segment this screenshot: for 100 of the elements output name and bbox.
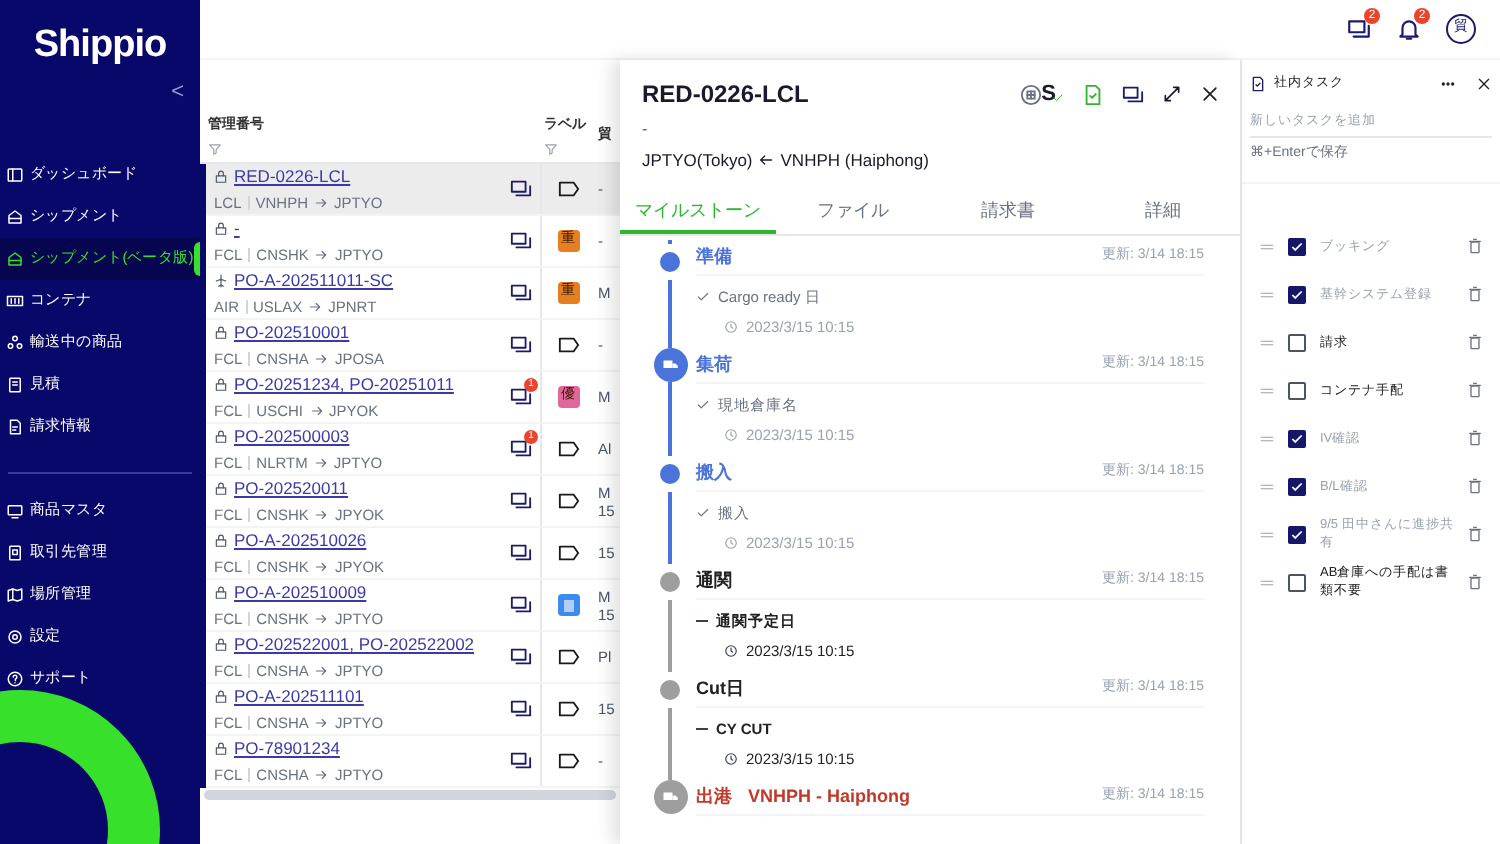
chat-icon[interactable]: [510, 230, 532, 252]
drag-handle-icon[interactable]: [1260, 385, 1274, 396]
label-badge[interactable]: [557, 594, 579, 616]
arrow-right-icon: [314, 663, 329, 678]
shipment-link[interactable]: RED-0226-LCL: [234, 164, 351, 190]
chat-icon[interactable]: [510, 542, 532, 564]
clock-icon: [724, 428, 738, 443]
task-checkbox[interactable]: [1288, 285, 1306, 304]
drag-handle-icon[interactable]: [1260, 529, 1274, 540]
task-checkbox[interactable]: [1288, 477, 1306, 496]
tab[interactable]: 詳細: [1085, 191, 1240, 234]
grid-circle-icon[interactable]: [1019, 83, 1042, 105]
trash-icon[interactable]: [1468, 574, 1482, 591]
task-checkbox[interactable]: [1288, 573, 1306, 592]
lock-icon: [214, 637, 228, 652]
shipment-link[interactable]: PO-78901234: [234, 736, 340, 762]
chat-icon[interactable]: [1346, 16, 1372, 42]
trash-icon[interactable]: [1468, 430, 1482, 447]
nav-icon: [6, 207, 24, 225]
arrow-right-icon: [314, 611, 329, 626]
tag-icon[interactable]: [557, 180, 579, 198]
arrow-right-icon: [314, 247, 329, 262]
nav-icon: [6, 669, 24, 687]
shipment-link[interactable]: PO-202522001, PO-202522002: [234, 632, 475, 658]
destination-port: JPTYO(Tokyo): [642, 148, 753, 174]
shipment-link[interactable]: PO-202520011: [234, 476, 349, 502]
chat-icon[interactable]: [510, 334, 532, 356]
lock-icon: [214, 169, 228, 184]
chat-icon[interactable]: [510, 490, 532, 512]
shipment-link[interactable]: PO-A-202510026: [234, 528, 367, 554]
tag-icon[interactable]: [557, 752, 579, 770]
lock-icon: [214, 377, 228, 392]
nav-icon: [6, 417, 24, 435]
chat-icon[interactable]: [510, 750, 532, 772]
tab[interactable]: ファイル: [775, 191, 930, 234]
chat-icon[interactable]: [510, 594, 532, 616]
shipment-link[interactable]: PO-20251234, PO-20251011: [234, 372, 454, 398]
shipment-link[interactable]: PO-A-202510009: [234, 580, 367, 606]
expand-icon[interactable]: [1162, 84, 1182, 104]
lock-icon: [214, 429, 228, 444]
shipment-subtitle: -: [640, 118, 650, 142]
shipment-link[interactable]: PO-202500003: [234, 424, 350, 450]
chat-icon[interactable]: [1122, 83, 1144, 105]
tag-icon[interactable]: [557, 440, 579, 458]
milestone-title: Cut日: [696, 675, 744, 701]
shipment-link[interactable]: PO-202510001: [234, 320, 350, 346]
milestone-title: 出港: [696, 783, 732, 809]
nav-icon: [6, 501, 24, 519]
trash-icon[interactable]: [1468, 334, 1482, 351]
lock-icon: [214, 533, 228, 548]
drag-handle-icon[interactable]: [1260, 433, 1274, 444]
tag-icon[interactable]: [557, 492, 579, 510]
arrow-right-icon: [314, 351, 329, 366]
drag-handle-icon[interactable]: [1260, 577, 1274, 588]
arrow-right-icon: [309, 403, 324, 418]
tag-icon[interactable]: [557, 336, 579, 354]
trash-icon[interactable]: [1468, 382, 1482, 399]
bell-icon[interactable]: [1396, 16, 1422, 42]
collapse-button[interactable]: <: [171, 81, 184, 103]
chat-icon[interactable]: [510, 386, 532, 408]
trash-icon[interactable]: [1468, 286, 1482, 303]
task-checkbox[interactable]: [1288, 429, 1306, 448]
nav-icon: [6, 585, 24, 603]
drag-handle-icon[interactable]: [1260, 241, 1274, 252]
milestone-title: 集荷: [696, 351, 732, 377]
close-icon[interactable]: [1476, 75, 1492, 92]
scrollbar[interactable]: [204, 790, 616, 800]
arrow-right-icon: [313, 455, 328, 470]
close-icon[interactable]: [1200, 84, 1220, 104]
milestone-title: 準備: [696, 243, 732, 269]
task-checkbox[interactable]: [1288, 237, 1306, 256]
shipment-link[interactable]: -: [234, 216, 240, 242]
drag-handle-icon[interactable]: [1260, 289, 1274, 300]
chat-icon[interactable]: [510, 282, 532, 304]
chat-icon[interactable]: [510, 178, 532, 200]
task-checkbox[interactable]: [1288, 333, 1306, 352]
shipment-link[interactable]: PO-A-202511011-SC: [234, 268, 394, 294]
nav-icon: [6, 249, 24, 267]
trash-icon[interactable]: [1468, 238, 1482, 255]
document-check-icon: [1250, 75, 1266, 92]
clock-icon: [724, 752, 738, 767]
drag-handle-icon[interactable]: [1260, 481, 1274, 492]
task-checkbox[interactable]: [1288, 525, 1306, 544]
chat-icon[interactable]: [510, 438, 532, 460]
status-letter: S: [1041, 83, 1056, 105]
lock-icon: [214, 585, 228, 600]
tag-icon[interactable]: [557, 700, 579, 718]
drag-handle-icon[interactable]: [1260, 337, 1274, 348]
chat-icon[interactable]: [510, 698, 532, 720]
trash-icon[interactable]: [1468, 526, 1482, 543]
tag-icon[interactable]: [557, 648, 579, 666]
trash-icon[interactable]: [1468, 478, 1482, 495]
document-check-icon[interactable]: [1082, 83, 1104, 105]
tab[interactable]: 請求書: [930, 191, 1085, 234]
nav-icon: [6, 165, 24, 183]
chat-icon[interactable]: [510, 646, 532, 668]
lock-icon: [214, 221, 228, 236]
tag-icon[interactable]: [557, 544, 579, 562]
shipment-link[interactable]: PO-A-202511101: [234, 684, 364, 710]
task-checkbox[interactable]: [1288, 381, 1306, 400]
